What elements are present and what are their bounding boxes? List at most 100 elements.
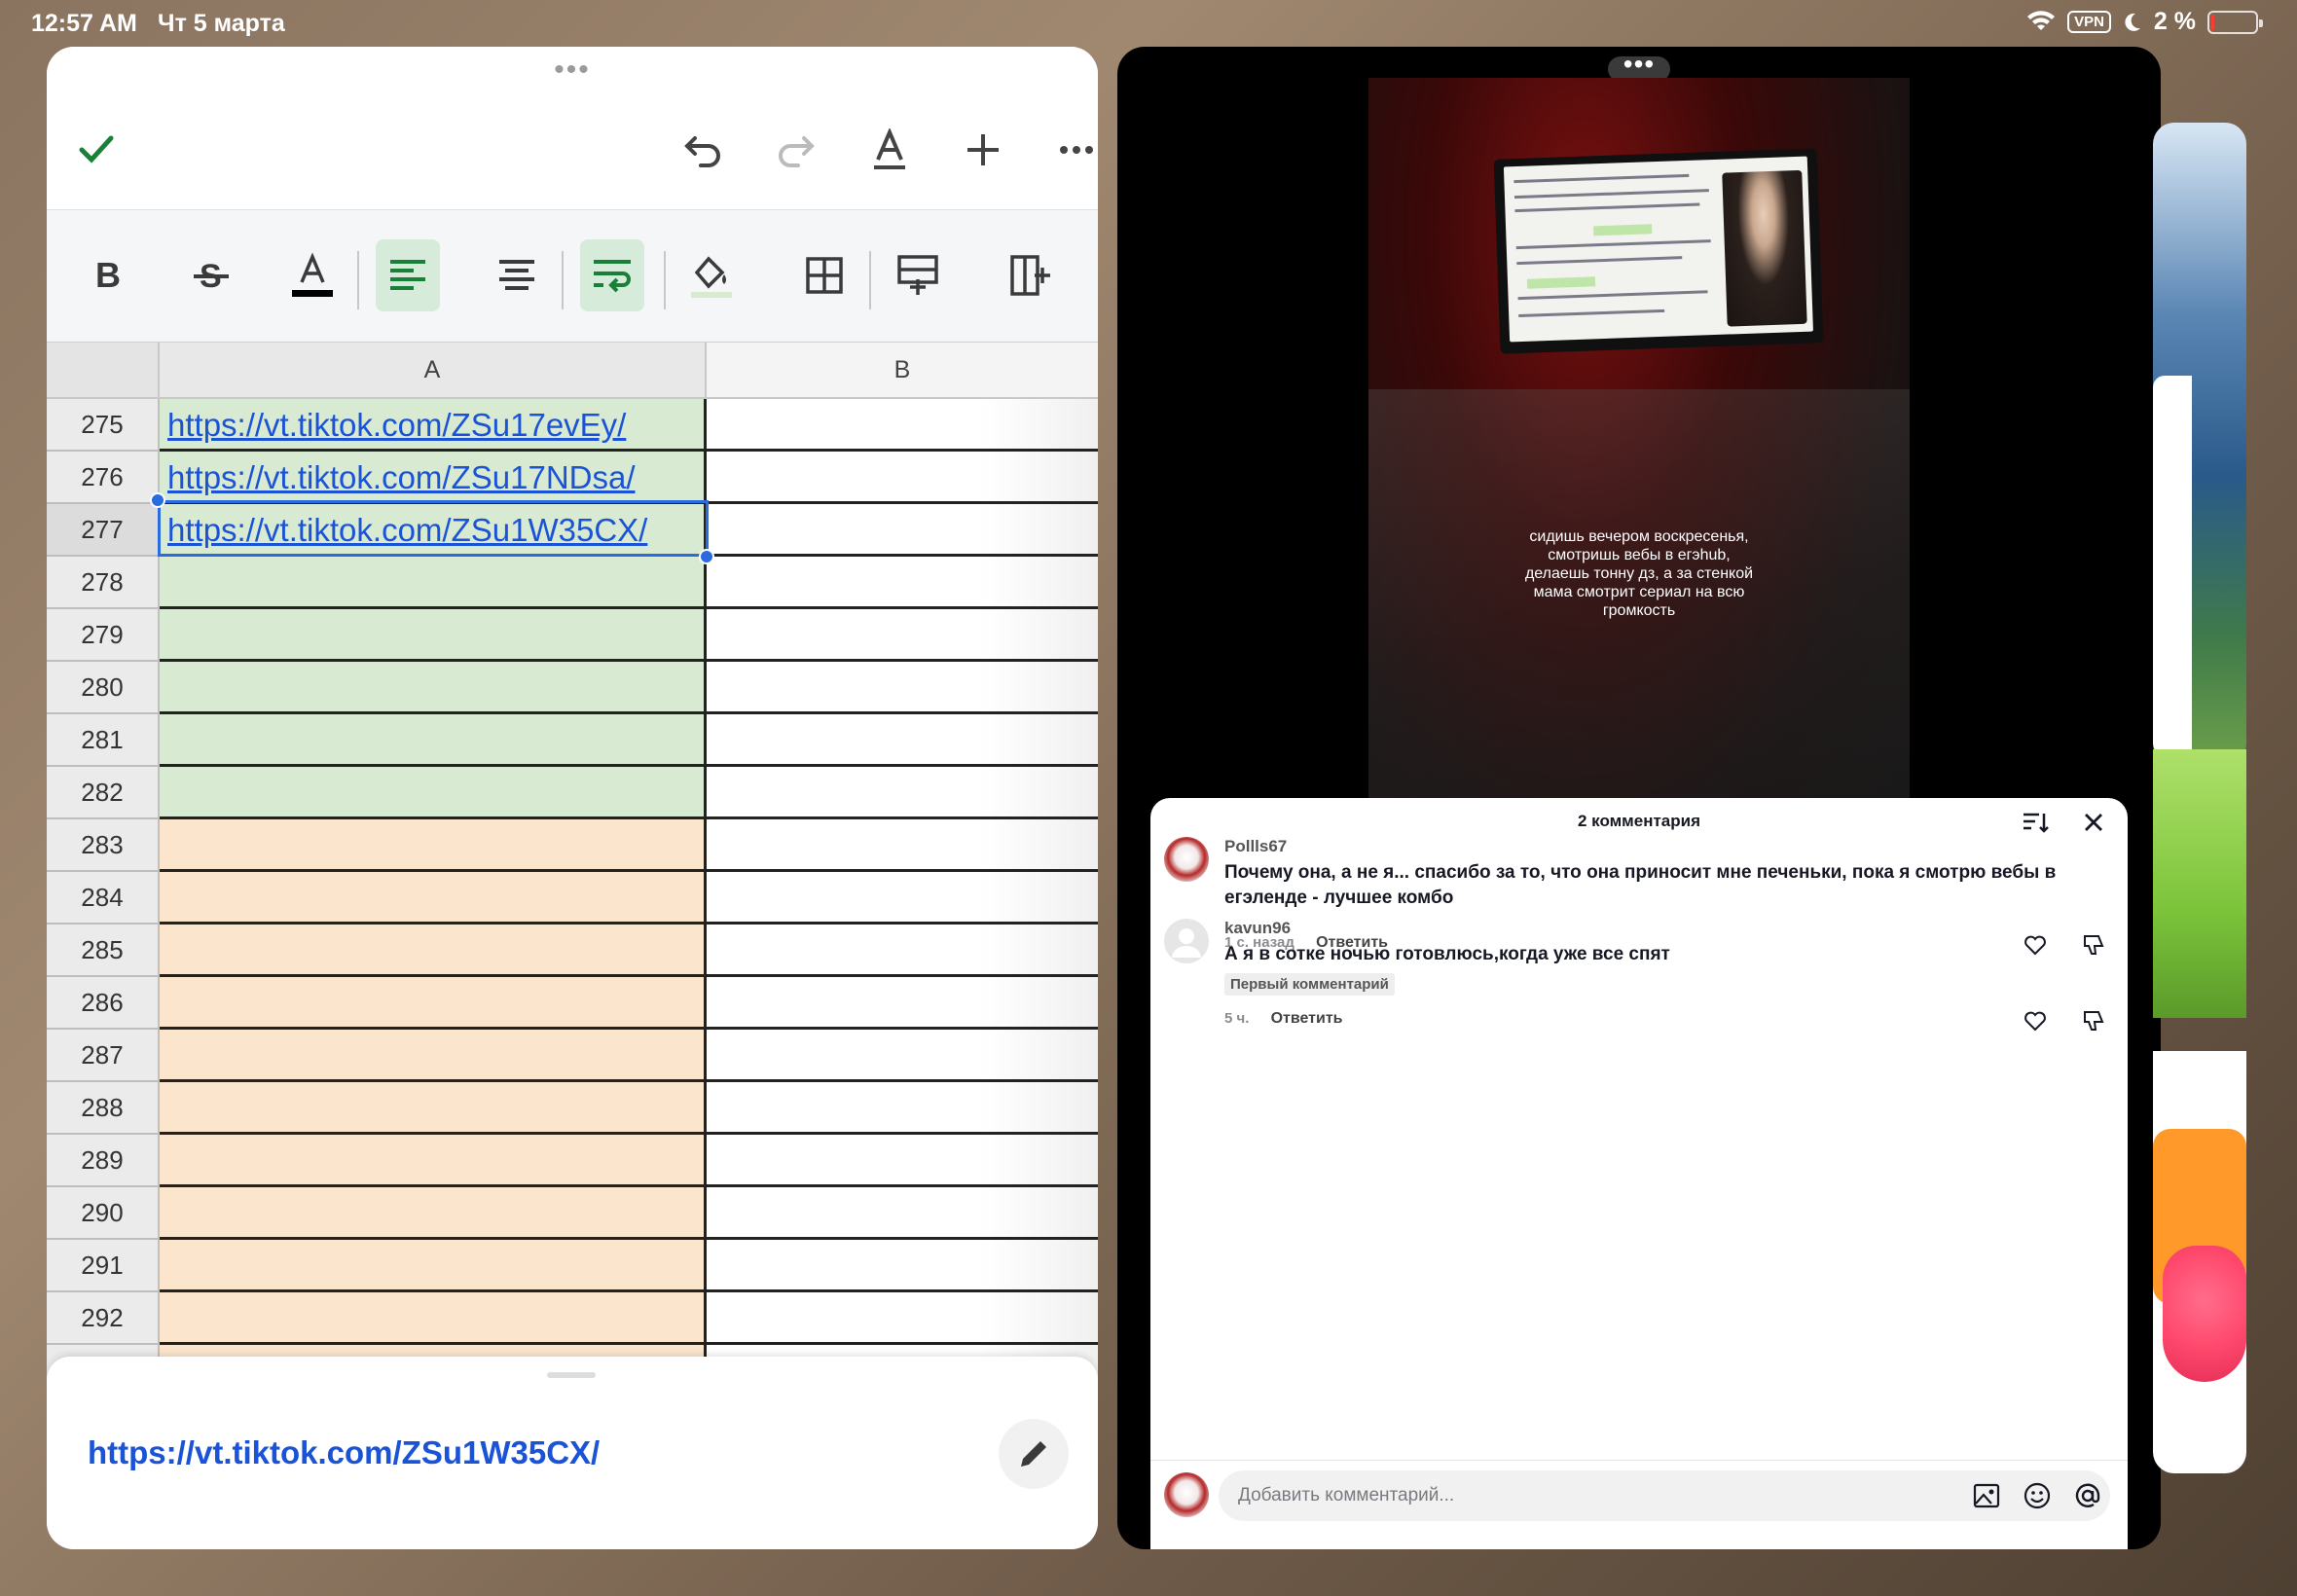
undo-icon[interactable] [677, 125, 728, 175]
cell-a[interactable] [160, 1082, 707, 1135]
row-number[interactable]: 287 [47, 1030, 160, 1082]
cell-b[interactable] [707, 819, 1098, 872]
column-header-b[interactable]: B [707, 343, 1098, 399]
cell-a[interactable] [160, 1030, 707, 1082]
sort-icon[interactable] [2021, 808, 2050, 837]
window-grabber-icon[interactable]: ••• [554, 55, 591, 85]
cell-b[interactable] [707, 977, 1098, 1030]
comment-username[interactable]: kavun96 [1224, 919, 1291, 938]
cell-b[interactable] [707, 504, 1098, 557]
wrap-text-icon[interactable] [580, 239, 644, 311]
row-number[interactable]: 290 [47, 1187, 160, 1240]
cell-b[interactable] [707, 767, 1098, 819]
avatar[interactable] [1164, 837, 1209, 882]
background-app-card[interactable] [2153, 123, 2246, 765]
cell-a[interactable] [160, 714, 707, 767]
cell-b[interactable] [707, 714, 1098, 767]
strikethrough-icon[interactable]: S [179, 239, 243, 311]
column-header-a[interactable]: A [160, 343, 707, 399]
cell-a[interactable] [160, 1135, 707, 1187]
row-number[interactable]: 286 [47, 977, 160, 1030]
reply-button[interactable]: Ответить [1271, 1010, 1343, 1027]
background-app-card[interactable] [2153, 1051, 2246, 1473]
cell-a[interactable]: https://vt.tiktok.com/ZSu1W35CX/ [160, 504, 707, 557]
cell-a[interactable] [160, 819, 707, 872]
insert-plus-icon[interactable] [958, 125, 1008, 175]
cell-b[interactable] [707, 1135, 1098, 1187]
text-format-icon[interactable] [864, 125, 915, 175]
cell-b[interactable] [707, 1082, 1098, 1135]
avatar[interactable] [1164, 1472, 1209, 1517]
formula-bar: https://vt.tiktok.com/ZSu1W35CX/ [47, 1357, 1098, 1549]
cell-a[interactable] [160, 925, 707, 977]
cell-b[interactable] [707, 557, 1098, 609]
cell-a[interactable] [160, 1292, 707, 1345]
cell-b[interactable] [707, 1292, 1098, 1345]
selection-handle-bottom[interactable] [699, 549, 714, 564]
image-icon[interactable] [1972, 1481, 2001, 1510]
row-number[interactable]: 288 [47, 1082, 160, 1135]
video-player[interactable]: сидишь вечером воскресенья, смотришь веб… [1368, 78, 1910, 847]
selection-handle-top[interactable] [150, 492, 165, 508]
background-app-card[interactable] [2153, 749, 2246, 1018]
cell-a[interactable]: https://vt.tiktok.com/ZSu17evEy/ [160, 399, 707, 452]
grid-corner[interactable] [47, 343, 160, 399]
table-row: 281 [47, 714, 1098, 767]
spreadsheet-grid[interactable]: A B 275 https://vt.tiktok.com/ZSu17evEy/2… [47, 343, 1098, 1401]
like-heart-icon[interactable] [2023, 1008, 2048, 1034]
edit-pencil-icon[interactable] [999, 1419, 1069, 1489]
row-number[interactable]: 285 [47, 925, 160, 977]
row-number[interactable]: 281 [47, 714, 160, 767]
emoji-icon[interactable] [2023, 1481, 2052, 1510]
cell-b[interactable] [707, 662, 1098, 714]
row-number[interactable]: 279 [47, 609, 160, 662]
cell-a[interactable] [160, 977, 707, 1030]
cell-b[interactable] [707, 399, 1098, 452]
cell-b[interactable] [707, 452, 1098, 504]
formula-value[interactable]: https://vt.tiktok.com/ZSu1W35CX/ [88, 1434, 600, 1471]
cell-a[interactable] [160, 662, 707, 714]
cell-a[interactable]: https://vt.tiktok.com/ZSu17NDsa/ [160, 452, 707, 504]
row-number[interactable]: 283 [47, 819, 160, 872]
redo-icon[interactable] [771, 125, 821, 175]
close-icon[interactable] [2079, 808, 2108, 837]
comment-username[interactable]: Pollls67 [1224, 837, 1287, 856]
cell-a[interactable] [160, 609, 707, 662]
borders-icon[interactable] [792, 239, 857, 311]
bold-icon[interactable]: B [76, 239, 140, 311]
mention-icon[interactable] [2073, 1481, 2102, 1510]
more-options-icon[interactable] [1051, 125, 1098, 175]
row-number[interactable]: 289 [47, 1135, 160, 1187]
cell-b[interactable] [707, 1240, 1098, 1292]
cell-a[interactable] [160, 1240, 707, 1292]
row-number[interactable]: 291 [47, 1240, 160, 1292]
cell-a[interactable] [160, 872, 707, 925]
cell-a[interactable] [160, 767, 707, 819]
row-number[interactable]: 277 [47, 504, 160, 557]
align-center-icon[interactable] [485, 239, 549, 311]
row-number[interactable]: 278 [47, 557, 160, 609]
table-row: 279 [47, 609, 1098, 662]
formula-bar-grabber[interactable] [547, 1372, 596, 1378]
text-color-icon[interactable] [280, 239, 345, 311]
cell-a[interactable] [160, 557, 707, 609]
row-number[interactable]: 275 [47, 399, 160, 452]
row-number[interactable]: 292 [47, 1292, 160, 1345]
done-check-icon[interactable] [72, 125, 121, 173]
cell-b[interactable] [707, 609, 1098, 662]
insert-row-icon[interactable] [886, 239, 950, 311]
row-number[interactable]: 284 [47, 872, 160, 925]
cell-b[interactable] [707, 872, 1098, 925]
dislike-icon[interactable] [2081, 1008, 2106, 1034]
cell-a[interactable] [160, 1187, 707, 1240]
align-left-icon[interactable] [376, 239, 440, 311]
avatar[interactable] [1164, 919, 1209, 963]
row-number[interactable]: 282 [47, 767, 160, 819]
cell-b[interactable] [707, 1030, 1098, 1082]
insert-column-icon[interactable] [999, 239, 1063, 311]
fill-color-icon[interactable] [679, 239, 744, 311]
cell-b[interactable] [707, 925, 1098, 977]
row-number[interactable]: 280 [47, 662, 160, 714]
row-number[interactable]: 276 [47, 452, 160, 504]
cell-b[interactable] [707, 1187, 1098, 1240]
